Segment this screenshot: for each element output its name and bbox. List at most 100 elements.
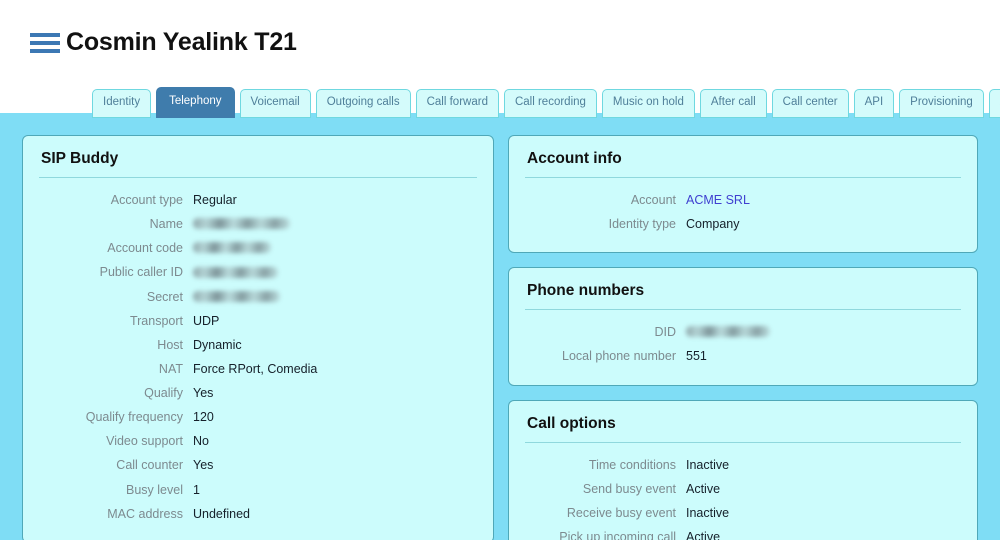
detail-row: Host Dynamic (39, 333, 477, 357)
detail-row: Transport UDP (39, 309, 477, 333)
detail-label: Busy level (126, 482, 183, 497)
detail-row: Identity type Company (525, 212, 961, 236)
detail-value: No (193, 434, 209, 449)
detail-label: Qualify frequency (85, 410, 183, 425)
detail-row: Video support No (39, 429, 477, 453)
detail-row: Receive busy event Inactive (525, 501, 961, 525)
detail-label: Local phone number (562, 349, 676, 364)
page-header: Cosmin Yealink T21 Identity Telephony Voic… (0, 0, 1000, 118)
detail-row: Busy level 1 (39, 478, 477, 502)
detail-label: Public caller ID (99, 265, 183, 280)
phone-numbers-table: DID Local phone number 551 (525, 320, 961, 368)
panel-phone-numbers: Phone numbers DID Local phone number 551 (508, 267, 978, 386)
panel-divider (525, 441, 961, 443)
detail-value: Inactive (686, 457, 730, 472)
panel-divider (525, 177, 961, 178)
redacted-value (193, 290, 280, 302)
tab-provisioning[interactable]: Provisioning (899, 89, 984, 118)
detail-label: MAC address (107, 506, 183, 521)
detail-value: Force RPort, Comedia (193, 361, 318, 376)
detail-value: Yes (193, 458, 214, 473)
detail-row: Secret (39, 285, 477, 309)
detail-row: Send busy event Active (525, 477, 961, 501)
redacted-value (686, 326, 770, 338)
panel-account-info: Account info Account ACME SRL Identity typ… (508, 135, 978, 254)
tab-voicemail[interactable]: Voicemail (239, 89, 311, 118)
detail-label: Call counter (116, 458, 183, 473)
tab-telephony[interactable]: Telephony (156, 87, 235, 118)
hamburger-bar-2 (30, 40, 60, 45)
detail-value: Inactive (686, 505, 730, 520)
tab-identity[interactable]: Identity (92, 89, 152, 118)
detail-label: DID (654, 325, 676, 340)
tab-actions[interactable]: Actions (988, 89, 1000, 118)
tab-after-call[interactable]: After call (699, 89, 767, 118)
detail-value (192, 285, 477, 309)
detail-row: Qualify Yes (39, 381, 477, 405)
detail-row: Account code (39, 236, 477, 260)
detail-label: Send busy event (582, 481, 676, 496)
detail-label: Secret (146, 289, 183, 304)
redacted-value (193, 266, 278, 278)
detail-row: Name (39, 212, 477, 236)
detail-value: 551 (686, 349, 707, 364)
title-row: Cosmin Yealink T21 (0, 0, 1000, 55)
detail-row: Qualify frequency 120 (39, 405, 477, 429)
account-info-table: Account ACME SRL Identity type Company (525, 188, 961, 236)
detail-value: Regular (193, 193, 237, 207)
panel-divider (525, 309, 961, 311)
detail-row: DID (525, 320, 961, 344)
detail-label: Account code (107, 241, 183, 256)
detail-value: Active (686, 481, 721, 496)
detail-value: 120 (193, 410, 214, 425)
detail-label: Host (157, 337, 183, 352)
detail-label: Transport (129, 313, 183, 328)
panel-title-account-info: Account info (527, 150, 622, 167)
tab-music-on-hold[interactable]: Music on hold (601, 89, 695, 118)
detail-label: NAT (158, 361, 183, 376)
detail-value[interactable]: ACME SRL (685, 188, 961, 212)
detail-row: Local phone number 551 (525, 344, 961, 368)
panel-divider (39, 177, 477, 178)
hamburger-menu-icon[interactable] (30, 32, 60, 53)
detail-row: Account type Regular (39, 188, 477, 212)
detail-row: Public caller ID (39, 260, 477, 284)
tab-outgoing-calls[interactable]: Outgoing calls (315, 89, 411, 118)
account-link[interactable]: ACME SRL (686, 193, 750, 207)
right-column: Account info Account ACME SRL Identity typ… (508, 135, 978, 540)
detail-row: NAT Force RPort, Comedia (39, 357, 477, 381)
panel-title-sip-buddy: SIP Buddy (41, 150, 119, 167)
tab-call-forward[interactable]: Call forward (415, 89, 499, 118)
detail-value: UDP (193, 313, 220, 328)
panel-title-call-options: Call options (527, 414, 616, 432)
hamburger-bar-3 (30, 48, 60, 53)
detail-row: Time conditions Inactive (525, 453, 961, 477)
hamburger-bar-1 (30, 32, 60, 37)
page-title: Cosmin Yealink T21 (66, 28, 297, 56)
detail-row: MAC address Undefined (39, 502, 477, 526)
detail-value (685, 320, 961, 344)
content-area: SIP Buddy Account type Regular Name Account… (0, 113, 1000, 540)
detail-label: Pick up incoming call (559, 529, 676, 540)
tab-bar: Identity Telephony Voicemail Outgoing calls… (92, 86, 1000, 118)
detail-label: Name (149, 217, 183, 232)
detail-label: Account (630, 193, 676, 207)
detail-label: Qualify (144, 386, 183, 400)
tab-call-recording[interactable]: Call recording (503, 89, 597, 118)
detail-row: Account ACME SRL (525, 188, 961, 212)
detail-value: 1 (193, 482, 200, 497)
detail-label: Video support (106, 434, 183, 449)
redacted-value (193, 242, 271, 254)
detail-value: Active (686, 529, 721, 540)
panel-sip-buddy: SIP Buddy Account type Regular Name Account… (22, 135, 494, 540)
detail-value (192, 260, 477, 284)
redacted-value (193, 218, 290, 230)
tab-call-center[interactable]: Call center (771, 89, 849, 118)
detail-label: Identity type (608, 217, 676, 232)
tab-api[interactable]: API (853, 89, 895, 118)
panel-title-phone-numbers: Phone numbers (527, 282, 645, 300)
sip-buddy-table: Account type Regular Name Account code Publi… (39, 188, 477, 526)
detail-value (192, 212, 477, 236)
detail-row: Pick up incoming call Active (525, 525, 961, 540)
left-column: SIP Buddy Account type Regular Name Account… (22, 135, 494, 540)
